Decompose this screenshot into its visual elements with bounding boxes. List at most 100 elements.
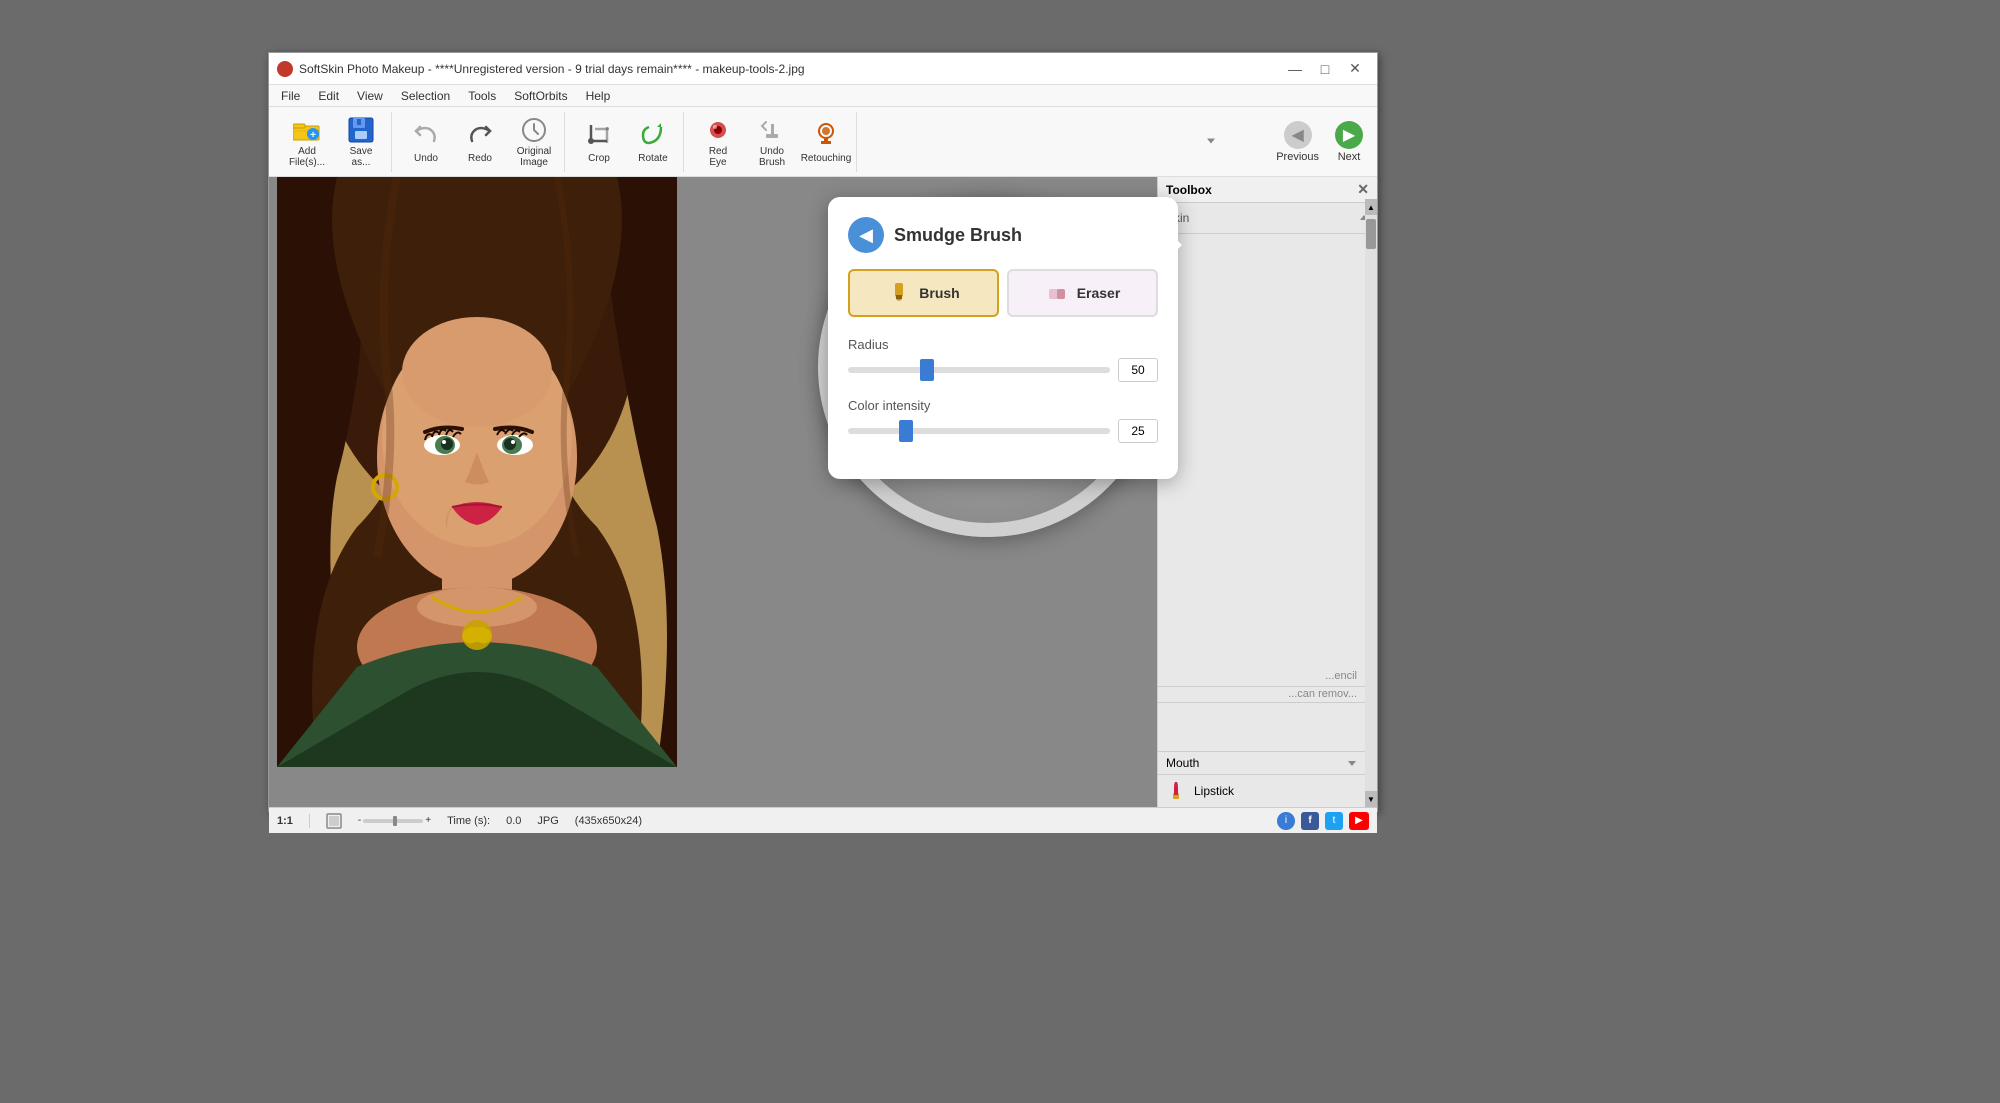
toolbar-group-edit: Undo Redo OriginalImage: [396, 112, 565, 172]
radius-value[interactable]: 50: [1118, 358, 1158, 382]
scroll-up-button[interactable]: ▲: [1365, 199, 1377, 215]
lipstick-row: Lipstick: [1158, 775, 1365, 807]
redo-icon: [464, 119, 496, 151]
toolbox-scrollbar[interactable]: ▲ ▼: [1365, 199, 1377, 807]
retouching-label: Retouching: [801, 153, 852, 164]
undo-button[interactable]: Undo: [400, 114, 452, 170]
close-button[interactable]: ✕: [1341, 55, 1369, 83]
title-bar-buttons: — □ ✕: [1281, 55, 1369, 83]
content-area: Toolbox ✕ Skin ◀ Smudge: [269, 177, 1377, 807]
save-as-button[interactable]: Saveas...: [335, 114, 387, 170]
redo-button[interactable]: Redo: [454, 114, 506, 170]
image-dimensions: (435x650x24): [575, 815, 642, 827]
red-eye-label: RedEye: [709, 146, 727, 168]
youtube-icon[interactable]: ▶: [1349, 812, 1369, 830]
eraser-button[interactable]: Eraser: [1007, 269, 1158, 317]
redeye-icon: [702, 116, 734, 144]
maximize-button[interactable]: □: [1311, 55, 1339, 83]
toolbar-group-tools: RedEye UndoBrush: [688, 112, 857, 172]
toolbar: + AddFile(s)... Saveas...: [269, 107, 1377, 177]
undo-icon: [410, 119, 442, 151]
rotate-button[interactable]: Rotate: [627, 114, 679, 170]
radius-thumb[interactable]: [920, 359, 934, 381]
original-image-button[interactable]: OriginalImage: [508, 114, 560, 170]
mouth-section: Mouth Lipstick: [1158, 751, 1365, 807]
toolbox-close-button[interactable]: ✕: [1357, 181, 1369, 198]
menu-tools[interactable]: Tools: [460, 87, 504, 105]
file-format: JPG: [537, 815, 558, 827]
zoom-level: 1:1: [277, 815, 293, 827]
pencil-label-partial: ...encil: [1158, 666, 1365, 687]
toolbar-group-file: + AddFile(s)... Saveas...: [277, 112, 392, 172]
undo-brush-label: UndoBrush: [759, 146, 785, 168]
previous-button[interactable]: ◀ Previous: [1270, 117, 1325, 167]
radius-track[interactable]: [848, 367, 1110, 373]
minimize-button[interactable]: —: [1281, 55, 1309, 83]
lipstick-label: Lipstick: [1194, 784, 1234, 798]
folder-icon: +: [291, 116, 323, 144]
radius-slider-row: 50: [848, 358, 1158, 382]
next-button[interactable]: ▶ Next: [1329, 117, 1369, 167]
info-icon[interactable]: i: [1277, 812, 1295, 830]
toolbar-group-transform: Crop Rotate: [569, 112, 684, 172]
rotate-label: Rotate: [638, 153, 667, 164]
toolbox-title: Toolbox: [1166, 183, 1212, 197]
add-files-button[interactable]: + AddFile(s)...: [281, 114, 333, 170]
menu-edit[interactable]: Edit: [310, 87, 347, 105]
title-bar: SoftSkin Photo Makeup - ****Unregistered…: [269, 53, 1377, 85]
zoom-minus-icon[interactable]: -: [358, 815, 361, 826]
rotate-icon: [637, 119, 669, 151]
eraser-label: Eraser: [1077, 285, 1121, 301]
menu-view[interactable]: View: [349, 87, 391, 105]
scroll-thumb[interactable]: [1366, 219, 1376, 249]
toolbar-more-icon[interactable]: [1205, 134, 1217, 146]
retouching-icon: [810, 119, 842, 151]
zoom-plus-icon[interactable]: +: [425, 815, 431, 826]
toolbox-header: Toolbox ✕: [1158, 177, 1377, 203]
menu-selection[interactable]: Selection: [393, 87, 458, 105]
svg-text:+: +: [310, 130, 316, 141]
original-image-label: OriginalImage: [517, 146, 551, 168]
previous-arrow-icon: ◀: [1284, 121, 1312, 149]
menu-softorbits[interactable]: SoftOrbits: [506, 87, 575, 105]
facebook-icon[interactable]: f: [1301, 812, 1319, 830]
smudge-back-button[interactable]: ◀: [848, 217, 884, 253]
menu-help[interactable]: Help: [578, 87, 619, 105]
undobrush-icon: [756, 116, 788, 144]
brush-label: Brush: [919, 285, 959, 301]
save-icon: [345, 116, 377, 144]
crop-button[interactable]: Crop: [573, 114, 625, 170]
radius-section: Radius 50: [848, 337, 1158, 382]
mouth-section-header[interactable]: Mouth: [1158, 751, 1365, 775]
red-eye-button[interactable]: RedEye: [692, 114, 744, 170]
scroll-down-button[interactable]: ▼: [1365, 791, 1377, 807]
twitter-icon[interactable]: t: [1325, 812, 1343, 830]
zoom-slider-track[interactable]: [363, 819, 423, 823]
color-intensity-thumb[interactable]: [899, 420, 913, 442]
crop-icon: [583, 119, 615, 151]
time-value: 0.0: [506, 815, 521, 827]
smudge-brush-title: Smudge Brush: [894, 225, 1022, 246]
scroll-track[interactable]: [1365, 215, 1377, 791]
back-arrow-icon: ◀: [859, 225, 873, 246]
radius-label: Radius: [848, 337, 1158, 352]
next-arrow-icon: ▶: [1335, 121, 1363, 149]
app-icon: [277, 61, 293, 77]
status-divider-1: [309, 814, 310, 828]
status-icons: i f t ▶: [1277, 812, 1369, 830]
color-intensity-track[interactable]: [848, 428, 1110, 434]
brush-icon: [887, 281, 911, 305]
zoom-slider-thumb[interactable]: [393, 816, 397, 826]
skin-section-header[interactable]: Skin: [1166, 207, 1369, 229]
redo-label: Redo: [468, 153, 492, 164]
photo-canvas: [277, 177, 677, 767]
smudge-brush-header: ◀ Smudge Brush: [848, 217, 1158, 253]
menu-file[interactable]: File: [273, 87, 308, 105]
smudge-brush-panel: ◀ Smudge Brush Brush: [828, 197, 1178, 479]
retouching-button[interactable]: Retouching: [800, 114, 852, 170]
brush-button[interactable]: Brush: [848, 269, 999, 317]
color-intensity-value[interactable]: 25: [1118, 419, 1158, 443]
mouth-collapse-icon: [1347, 758, 1357, 768]
zoom-slider-area: - +: [358, 815, 431, 826]
undo-brush-button[interactable]: UndoBrush: [746, 114, 798, 170]
